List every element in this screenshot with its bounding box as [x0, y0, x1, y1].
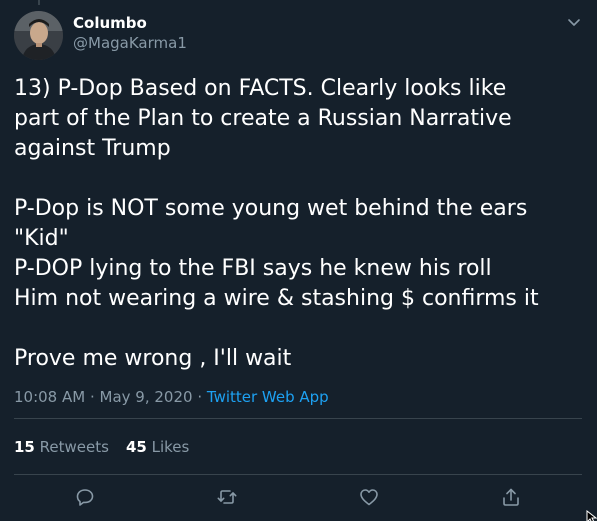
tweet-source-link[interactable]: Twitter Web App	[207, 388, 329, 406]
tweet-card: Columbo @MagaKarma1 13) P-Dop Based on F…	[0, 0, 597, 521]
divider-top	[14, 418, 582, 419]
chevron-down-icon[interactable]	[564, 12, 584, 32]
likes-label: Likes	[151, 438, 190, 456]
tweet-stats: 15 Retweets 45 Likes	[14, 437, 206, 457]
tweet-meta: 10:08 AM · May 9, 2020 · Twitter Web App	[14, 387, 329, 407]
divider-bottom	[14, 474, 582, 475]
heart-icon[interactable]	[358, 486, 380, 508]
thread-connector-line	[38, 0, 40, 5]
meta-separator: ·	[197, 388, 203, 406]
mouse-pointer-icon	[586, 508, 597, 521]
author-handle[interactable]: @MagaKarma1	[73, 33, 187, 53]
likes-stat[interactable]: 45 Likes	[126, 438, 189, 456]
tweet-text: 13) P-Dop Based on FACTS. Clearly looks …	[14, 76, 539, 371]
likes-count: 45	[125, 438, 147, 456]
author-display-name[interactable]: Columbo	[73, 13, 147, 33]
retweet-icon[interactable]	[216, 486, 238, 508]
tweet-timestamp[interactable]: 10:08 AM · May 9, 2020	[14, 388, 193, 406]
retweets-stat[interactable]: 15 Retweets	[14, 438, 109, 456]
retweets-label: Retweets	[39, 438, 109, 456]
share-icon[interactable]	[500, 486, 522, 508]
avatar[interactable]	[14, 11, 63, 60]
reply-icon[interactable]	[74, 486, 96, 508]
retweets-count: 15	[14, 438, 35, 456]
